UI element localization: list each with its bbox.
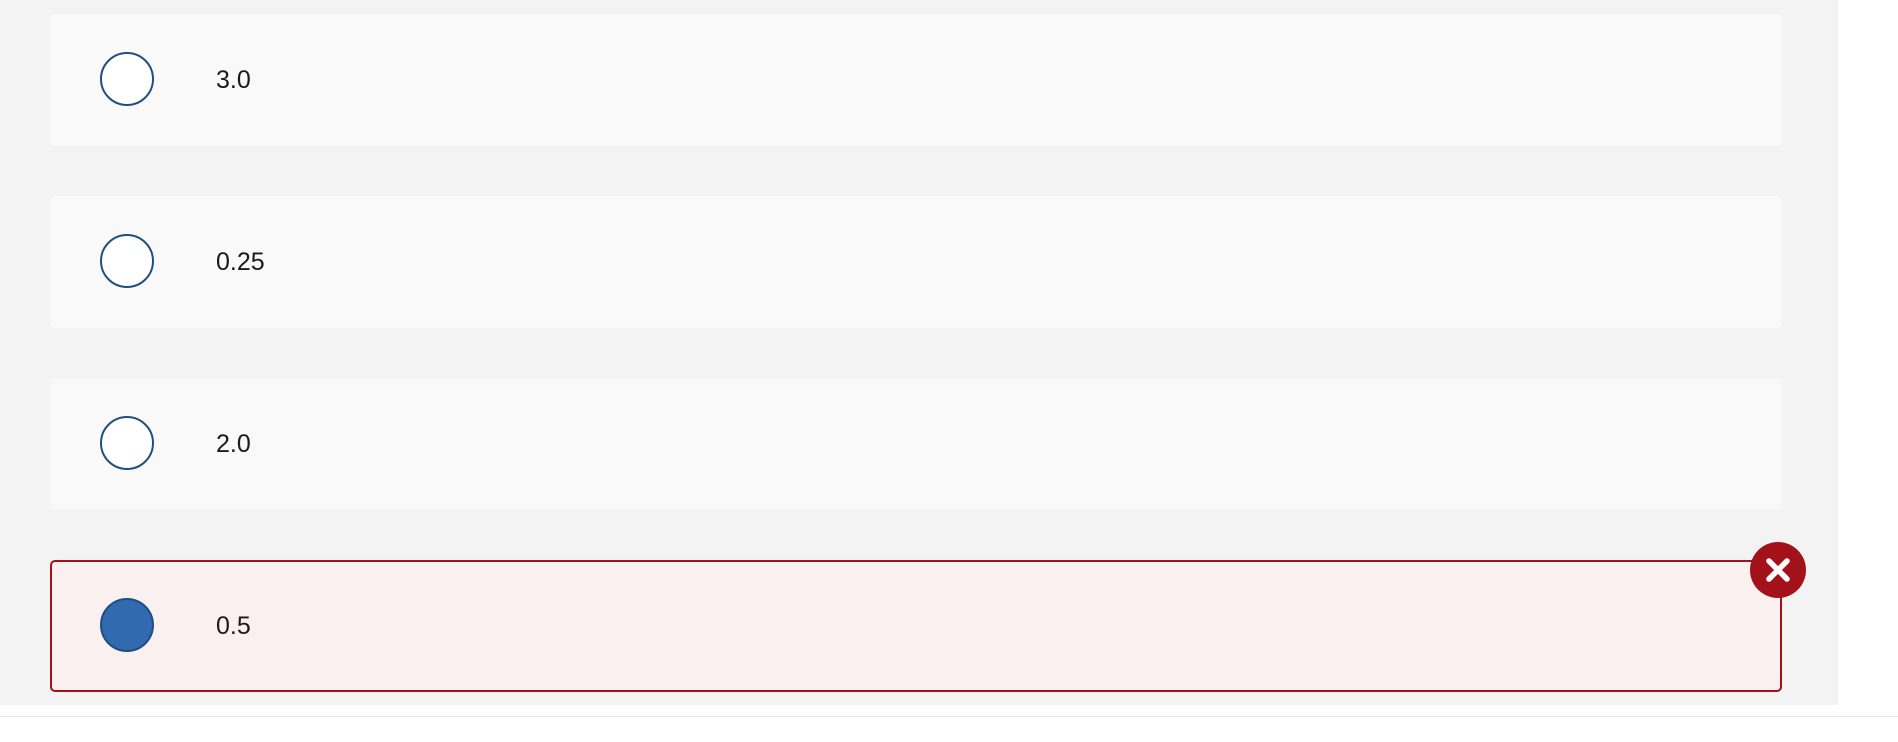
radio-button-checked[interactable]: [100, 598, 154, 652]
answer-option-label: 0.25: [216, 248, 265, 276]
answer-panel: 3.0 0.25 2.0 0.5: [0, 0, 1838, 705]
radio-button-unchecked[interactable]: [100, 52, 154, 106]
close-icon: [1766, 558, 1790, 582]
answer-options-list: 3.0 0.25 2.0 0.5: [50, 14, 1782, 742]
answer-option-3[interactable]: 2.0: [50, 378, 1782, 510]
radio-button-unchecked[interactable]: [100, 416, 154, 470]
answer-option-label: 3.0: [216, 66, 251, 94]
incorrect-badge: [1750, 542, 1806, 598]
answer-option-1[interactable]: 3.0: [50, 14, 1782, 146]
answer-option-label: 0.5: [216, 612, 251, 640]
answer-option-label: 2.0: [216, 430, 251, 458]
answer-option-4-incorrect[interactable]: 0.5: [50, 560, 1782, 692]
radio-button-unchecked[interactable]: [100, 234, 154, 288]
bottom-divider: [0, 716, 1898, 717]
answer-option-2[interactable]: 0.25: [50, 196, 1782, 328]
